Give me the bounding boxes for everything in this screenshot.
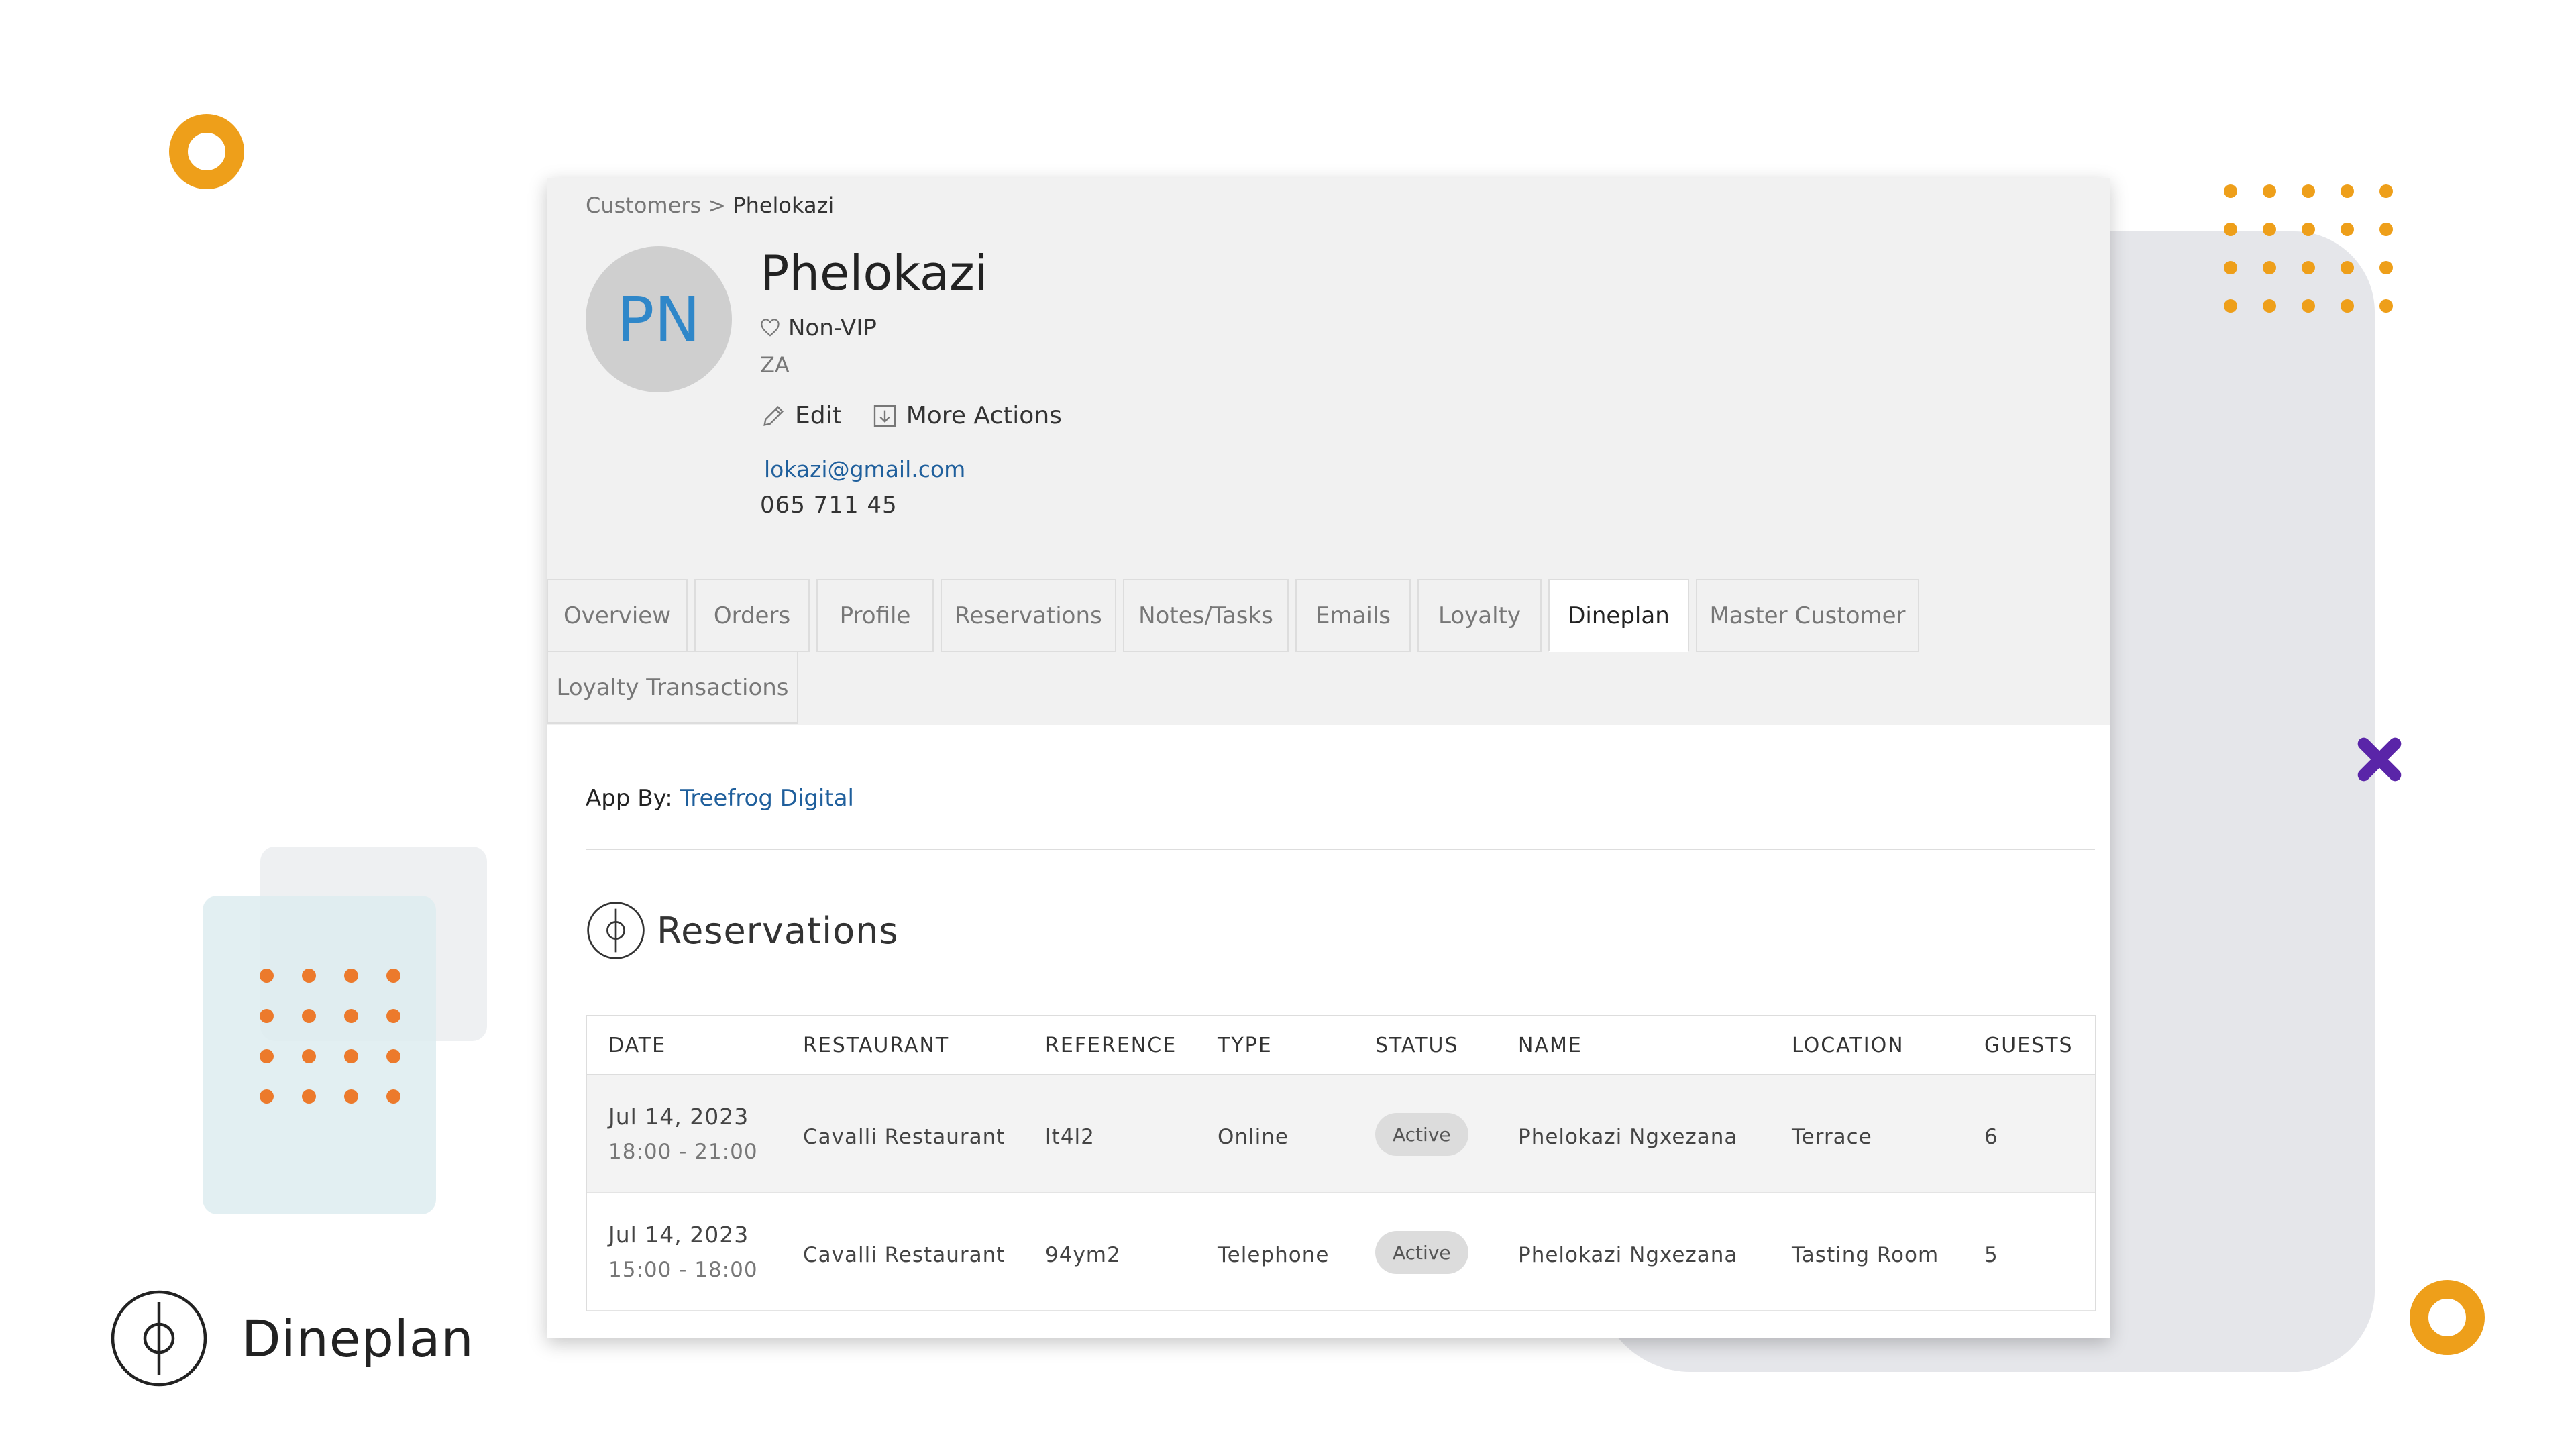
cell-guests: 5 xyxy=(1984,1243,1998,1267)
avatar-initials: PN xyxy=(616,283,701,356)
download-box-icon xyxy=(873,405,896,427)
tab-reservations[interactable]: Reservations xyxy=(941,579,1116,652)
tab-overview[interactable]: Overview xyxy=(547,579,688,652)
cell-restaurant: Cavalli Restaurant xyxy=(803,1125,1006,1149)
cell-date: Jul 14, 2023 xyxy=(608,1104,749,1130)
customer-header: Customers > Phelokazi PN Phelokazi Non-V… xyxy=(547,178,2110,724)
breadcrumb: Customers > Phelokazi xyxy=(586,193,834,218)
cell-name: Phelokazi Ngxezana xyxy=(1518,1125,1738,1149)
dineplan-logo-icon xyxy=(587,902,645,959)
heart-icon xyxy=(761,319,780,337)
column-header-location: LOCATION xyxy=(1792,1034,1904,1057)
reservations-title: Reservations xyxy=(657,909,899,952)
avatar: PN xyxy=(586,246,732,392)
table-header: DATE RESTAURANT REFERENCE TYPE STATUS NA… xyxy=(587,1016,2095,1075)
decorative-ring xyxy=(169,114,244,189)
tab-orders[interactable]: Orders xyxy=(694,579,810,652)
status-badge: Active xyxy=(1375,1231,1468,1274)
cell-time: 18:00 - 21:00 xyxy=(608,1140,758,1164)
customer-email-link[interactable]: lokazi@gmail.com xyxy=(764,456,965,482)
column-header-type: TYPE xyxy=(1218,1034,1273,1057)
breadcrumb-current: Phelokazi xyxy=(733,193,835,218)
cell-date: Jul 14, 2023 xyxy=(608,1222,749,1248)
more-actions-label: More Actions xyxy=(906,402,1062,429)
decorative-ring xyxy=(2410,1280,2485,1355)
vip-status: Non-VIP xyxy=(760,315,877,341)
cell-reference: lt4l2 xyxy=(1045,1125,1095,1149)
tab-loyalty-transactions[interactable]: Loyalty Transactions xyxy=(547,651,798,724)
more-actions-button[interactable]: More Actions xyxy=(871,402,1062,429)
tab-loyalty[interactable]: Loyalty xyxy=(1417,579,1542,652)
column-header-guests: GUESTS xyxy=(1984,1034,2074,1057)
app-by-label: App By: xyxy=(586,785,673,812)
tab-dineplan[interactable]: Dineplan xyxy=(1548,579,1689,652)
customer-name: Phelokazi xyxy=(760,245,988,301)
breadcrumb-parent[interactable]: Customers xyxy=(586,193,701,218)
brand: Dineplan xyxy=(109,1288,474,1389)
column-header-restaurant: RESTAURANT xyxy=(803,1034,950,1057)
customer-phone: 065 711 45 xyxy=(760,492,898,519)
column-header-name: NAME xyxy=(1518,1034,1582,1057)
vip-label: Non-VIP xyxy=(788,315,877,341)
cell-type: Telephone xyxy=(1218,1243,1330,1267)
reservations-heading: Reservations xyxy=(586,900,899,961)
decorative-dot-grid xyxy=(260,969,400,1104)
edit-label: Edit xyxy=(795,402,842,429)
customer-actions: Edit More Actions xyxy=(760,402,1062,429)
cell-location: Tasting Room xyxy=(1792,1243,1939,1267)
cell-time: 15:00 - 18:00 xyxy=(608,1258,758,1282)
column-header-status: STATUS xyxy=(1375,1034,1459,1057)
cell-location: Terrace xyxy=(1792,1125,1872,1149)
cell-type: Online xyxy=(1218,1125,1289,1149)
breadcrumb-separator: > xyxy=(708,193,727,218)
customer-window: Customers > Phelokazi PN Phelokazi Non-V… xyxy=(547,178,2110,1338)
cell-restaurant: Cavalli Restaurant xyxy=(803,1243,1006,1267)
status-badge: Active xyxy=(1375,1113,1468,1156)
app-by: App By: Treefrog Digital xyxy=(586,785,854,812)
cell-guests: 6 xyxy=(1984,1125,1998,1149)
decorative-dot-grid xyxy=(2224,184,2393,313)
decorative-x-icon xyxy=(2351,731,2408,788)
cell-name: Phelokazi Ngxezana xyxy=(1518,1243,1738,1267)
column-header-reference: REFERENCE xyxy=(1045,1034,1177,1057)
dineplan-logo-icon xyxy=(111,1290,207,1387)
cell-reference: 94ym2 xyxy=(1045,1243,1121,1267)
tab-profile[interactable]: Profile xyxy=(816,579,934,652)
table-row[interactable]: Jul 14, 2023 15:00 - 18:00 Cavalli Resta… xyxy=(587,1193,2095,1311)
pencil-icon xyxy=(763,405,784,426)
column-header-date: DATE xyxy=(608,1034,667,1057)
reservations-table: DATE RESTAURANT REFERENCE TYPE STATUS NA… xyxy=(586,1015,2096,1311)
app-by-link[interactable]: Treefrog Digital xyxy=(680,785,854,812)
tab-emails[interactable]: Emails xyxy=(1295,579,1411,652)
customer-country: ZA xyxy=(760,352,790,378)
brand-name: Dineplan xyxy=(241,1308,474,1368)
section-divider xyxy=(586,849,2095,850)
tab-notes-tasks[interactable]: Notes/Tasks xyxy=(1123,579,1289,652)
tab-master-customer[interactable]: Master Customer xyxy=(1696,579,1919,652)
edit-button[interactable]: Edit xyxy=(760,402,842,429)
table-row[interactable]: Jul 14, 2023 18:00 - 21:00 Cavalli Resta… xyxy=(587,1075,2095,1193)
